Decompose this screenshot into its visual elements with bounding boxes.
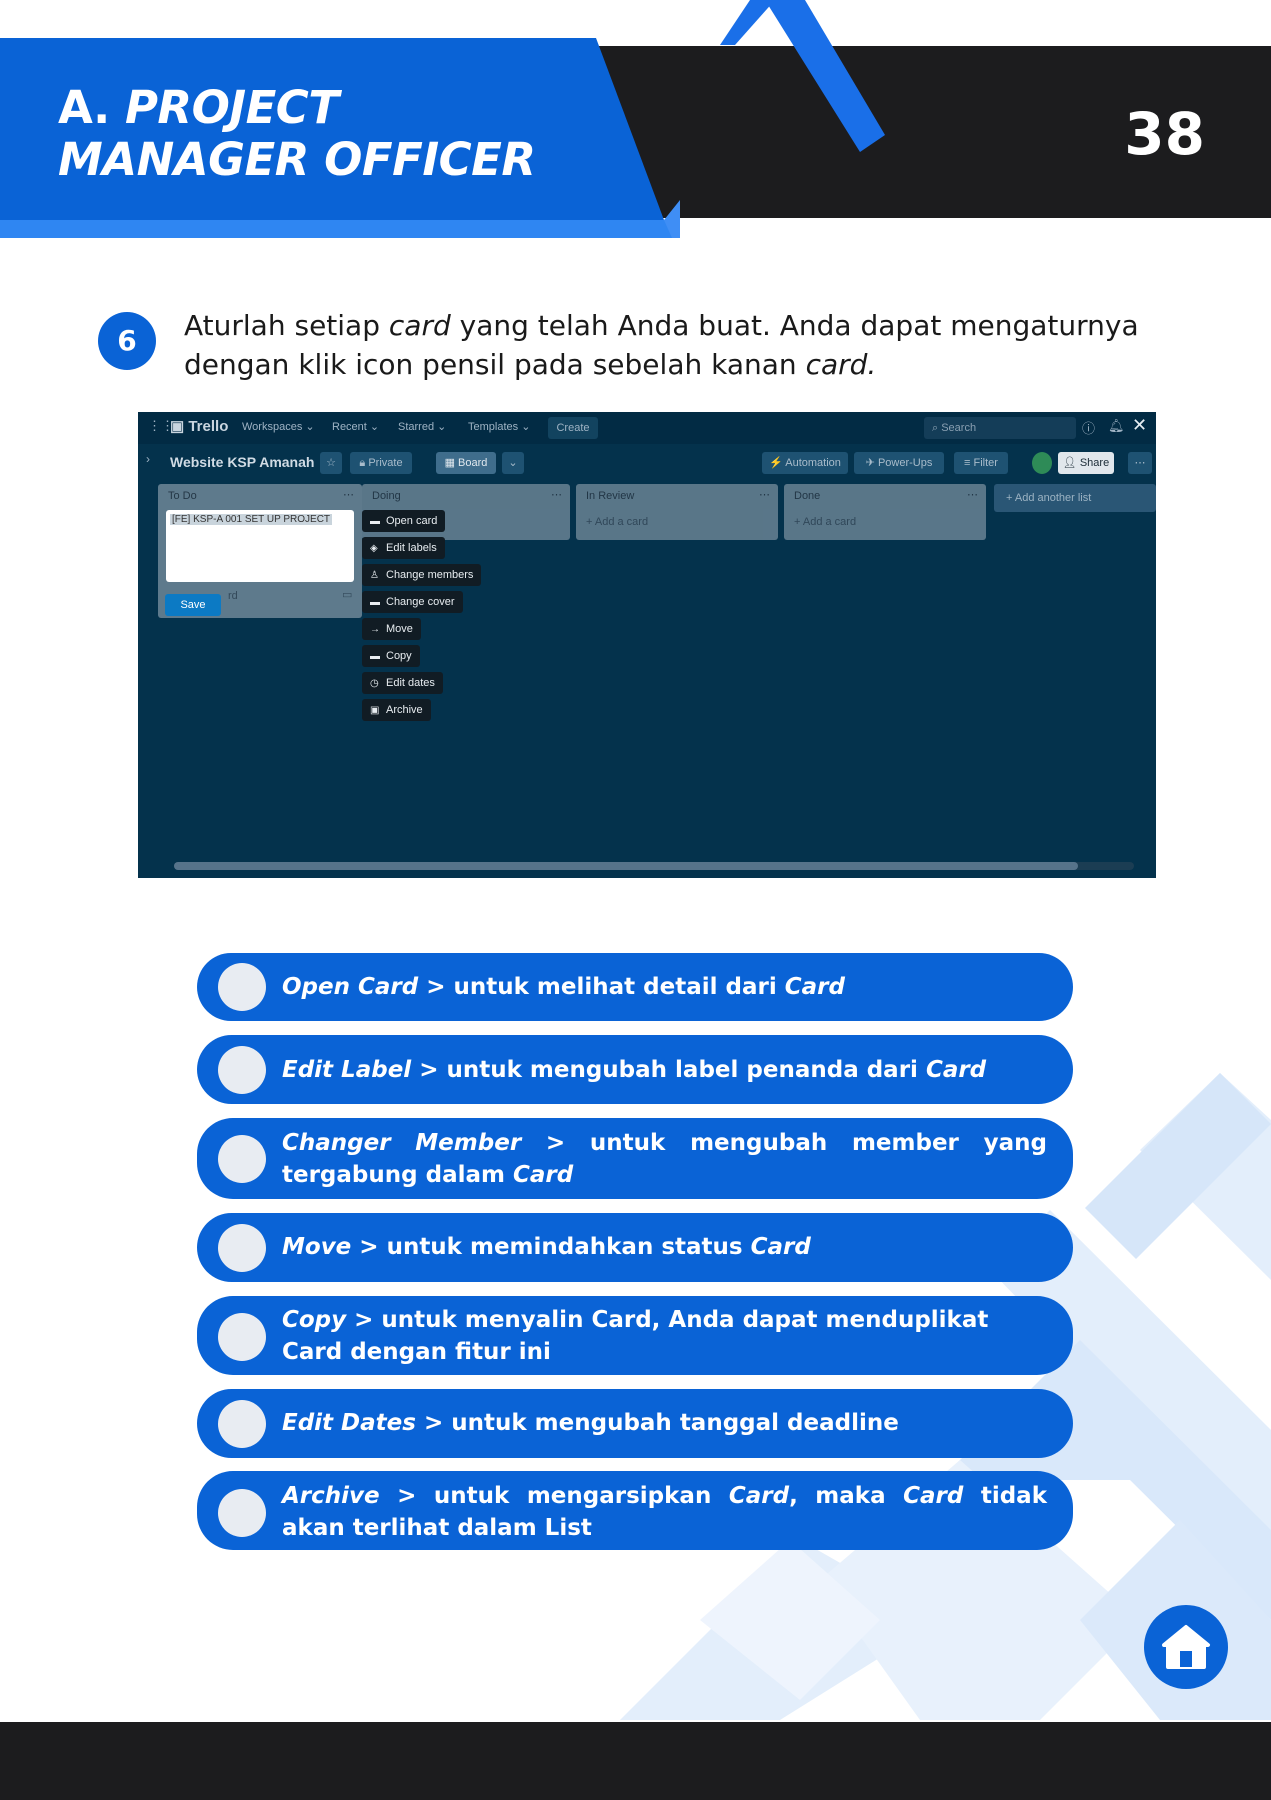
bullet-dot	[218, 1400, 266, 1448]
nav-templates: Templates ⌄	[468, 421, 531, 433]
title-line-1: PROJECT	[124, 81, 339, 134]
list-done: Done ⋯ + Add a card	[784, 484, 986, 540]
page-number: 38	[1124, 100, 1205, 168]
nav-starred: Starred ⌄	[398, 421, 447, 433]
cover-icon: ▬	[370, 597, 380, 608]
save-button: Save	[165, 594, 221, 616]
more-icon: ⋯	[1128, 452, 1152, 474]
menu-copy: ▬ Copy	[362, 645, 420, 667]
automation-button: ⚡ Automation	[762, 452, 848, 474]
list-item: Copy > untuk menyalin Card, Anda dapat m…	[197, 1296, 1073, 1375]
bullet-dot	[218, 1135, 266, 1183]
footer-band	[0, 1722, 1271, 1800]
template-icon: ▭	[342, 589, 353, 601]
share-button: 👤︎ Share	[1058, 452, 1114, 474]
board-name: Website KSP Amanah	[170, 454, 315, 470]
bullet-dot	[218, 1313, 266, 1361]
step-instruction: Aturlah setiap card yang telah Anda buat…	[184, 309, 1139, 381]
page-title: A. PROJECT MANAGER OFFICER	[58, 81, 536, 186]
person-icon: ♙	[370, 570, 379, 581]
menu-change-cover: ▬ Change cover	[362, 591, 463, 613]
nav-workspaces: Workspaces ⌄	[242, 421, 315, 433]
bullet-dot	[218, 1224, 266, 1272]
archive-icon: ▣	[370, 705, 380, 716]
list-item: Archive > untuk mengarsipkan Card, maka …	[197, 1471, 1073, 1550]
list-item: Changer Member > untuk mengubah member y…	[197, 1118, 1073, 1199]
arrow-right-icon: →	[370, 624, 380, 635]
list-menu-icon: ⋯	[343, 489, 354, 501]
nav-recent: Recent ⌄	[332, 421, 380, 433]
horizontal-scrollbar-thumb	[174, 862, 1078, 870]
menu-edit-dates: ◷ Edit dates	[362, 672, 443, 694]
title-line-2: MANAGER OFFICER	[58, 133, 536, 186]
powerups-button: ✈ Power-Ups	[854, 452, 944, 474]
card-editor: [FE] KSP-A 001 SET UP PROJECT	[166, 510, 354, 582]
search-field: ⌕ Search	[924, 417, 1076, 439]
bullet-dot	[218, 1489, 266, 1537]
add-list-button: + Add another list	[994, 484, 1156, 512]
list-in-review: In Review ⋯ + Add a card	[576, 484, 778, 540]
star-icon: ☆	[320, 452, 342, 474]
info-icon: ⓘ	[1082, 421, 1096, 436]
list-menu-icon: ⋯	[551, 489, 562, 501]
list-item: Edit Dates > untuk mengubah tanggal dead…	[197, 1389, 1073, 1458]
menu-edit-labels: ◈ Edit labels	[362, 537, 445, 559]
create-button: Create	[548, 417, 598, 439]
bell-icon: 🔔︎	[1108, 418, 1125, 433]
header-accent-shape	[720, 0, 885, 152]
bullet-dot	[218, 963, 266, 1011]
list-menu-icon: ⋯	[759, 489, 770, 501]
privacy-button: 🔒︎ Private	[350, 452, 412, 474]
home-button[interactable]	[1144, 1605, 1228, 1689]
add-card-fragment: rd	[228, 590, 238, 602]
label-icon: ◈	[370, 543, 378, 554]
list-item: Move > untuk memindahkan status Card	[197, 1213, 1073, 1282]
menu-open-card: ▬ Open card	[362, 510, 446, 532]
list-menu-icon: ⋯	[967, 489, 978, 501]
bullet-dot	[218, 1046, 266, 1094]
menu-move: → Move	[362, 618, 421, 640]
menu-change-members: ♙ Change members	[362, 564, 482, 586]
list-item: Edit Label > untuk mengubah label penand…	[197, 1035, 1073, 1104]
close-icon: ✕	[1132, 415, 1148, 435]
section-letter: A.	[58, 81, 110, 134]
board-view-button: ▦ Board	[436, 452, 496, 474]
home-icon	[1162, 1625, 1210, 1669]
clock-icon: ◷	[370, 678, 379, 689]
avatar	[1032, 452, 1052, 474]
trello-logo: ▣ Trello	[170, 418, 229, 435]
view-dropdown-icon: ⌄	[502, 452, 524, 474]
card-icon: ▬	[370, 516, 380, 527]
step-number-badge: 6	[98, 312, 156, 370]
trello-screenshot: ⋮⋮ ▣ Trello Workspaces ⌄ Recent ⌄ Starre…	[138, 412, 1156, 878]
menu-archive: ▣ Archive	[362, 699, 431, 721]
filter-button: ≡ Filter	[954, 452, 1008, 474]
list-item: Open Card > untuk melihat detail dari Ca…	[197, 953, 1073, 1021]
copy-icon: ▬	[370, 651, 380, 662]
sidebar-expand-icon: ›	[146, 452, 150, 466]
